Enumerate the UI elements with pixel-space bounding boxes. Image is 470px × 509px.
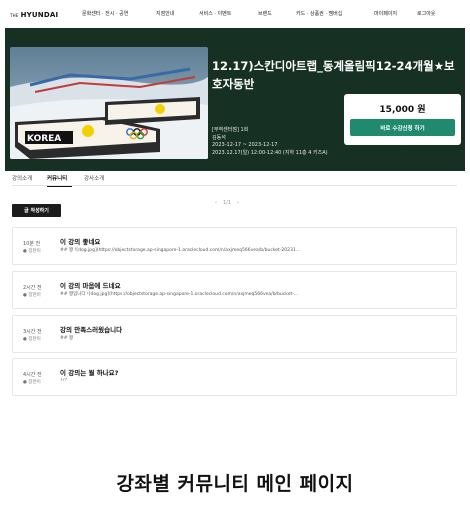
logo-prefix: THE [10,13,19,18]
nav-link-culture[interactable]: 문화센터 · 전시 · 공연 [82,10,156,17]
page-indicator: 1/1 [223,200,232,206]
course-image: KOREA [10,47,208,159]
logo-text: HYUNDAI [20,11,59,19]
tab-intro[interactable]: 강의소개 [12,174,47,186]
post-author: ● 장현이 [23,337,41,342]
post-excerpt: ## 짱입니다 ![dog.jpg](https://objectstorage… [60,292,299,297]
post-title[interactable]: 이 강의 마음에 드네요 [60,280,121,290]
nav-link-service[interactable]: 서비스 · 이벤트 [199,10,258,17]
post-card[interactable]: 4시간 전 ● 장현이 이 강의는 뭘 하나요? ??? [12,358,457,396]
post-card[interactable]: 10분 전 ● 장현이 이 강의 좋네요 ## 짱 ![dog.jpg](htt… [12,227,457,265]
course-hero: KOREA 12.17)스칸디아트랩_동계올림픽12-24개월★보호자동반 [무… [5,28,465,171]
post-author: ● 장현이 [23,249,41,254]
post-author-name: 장현이 [28,249,41,254]
bobsled-illustration: KOREA [10,47,208,159]
price-box: 15,000 원 바로 수강신청 하기 [344,94,461,145]
tab-teacher[interactable]: 강사소개 [84,174,119,186]
course-tabs: 강의소개 커뮤니티 강사소개 [12,174,457,187]
post-excerpt: ??? [60,378,68,383]
post-excerpt: ## 짱 [60,336,74,341]
page-caption: 강좌별 커뮤니티 메인 페이지 [116,473,354,495]
nav-link-mypage[interactable]: 마이페이지 [374,10,417,17]
logo[interactable]: THE HYUNDAI [10,11,58,19]
pagination: ‹ 1/1 › [215,200,239,206]
course-schedule: 2023.12.17(일) 12:00-12:40 (지하 11층 4 키즈A) [212,149,328,156]
post-time: 3시간 전 [23,329,42,335]
nav-links: 문화센터 · 전시 · 공연 지점안내 서비스 · 이벤트 브랜드 카드 · 상… [82,10,457,17]
post-author: ● 장현이 [23,293,41,298]
prev-page-icon[interactable]: ‹ [215,200,217,206]
post-author-name: 장현이 [28,293,41,298]
post-time: 2시간 전 [23,285,42,291]
image-korea-text: KOREA [27,134,61,144]
post-title[interactable]: 이 강의는 뭘 하나요? [60,367,118,377]
next-page-icon[interactable]: › [237,200,239,206]
post-title[interactable]: 이 강의 좋네요 [60,236,100,246]
course-title: 12.17)스칸디아트랩_동계올림픽12-24개월★보호자동반 [212,59,455,91]
tab-community[interactable]: 커뮤니티 [47,174,84,187]
post-author-name: 장현이 [28,380,41,385]
post-title[interactable]: 강의 만족스러웠습니다 [60,324,122,334]
post-excerpt: ## 짱 ![dog.jpg](https://objectstorage.ap… [60,248,301,253]
course-period: 2023-12-17 ~ 2023-12-17 [212,142,278,148]
course-price: 15,000 원 [379,105,426,115]
post-author: ● 장현이 [23,380,41,385]
write-post-button[interactable]: 글 작성하기 [12,204,61,217]
course-meta: [무역센터점] 1회 김동석 2023-12-17 ~ 2023-12-17 2… [212,127,328,157]
post-time: 10분 전 [23,241,41,247]
course-branch: [무역센터점] 1회 [212,127,249,133]
post-card[interactable]: 2시간 전 ● 장현이 이 강의 마음에 드네요 ## 짱입니다 ![dog.j… [12,271,457,309]
nav-link-branch[interactable]: 지점안내 [156,10,199,17]
post-time: 4시간 전 [23,372,42,378]
post-card[interactable]: 3시간 전 ● 장현이 강의 만족스러웠습니다 ## 짱 [12,315,457,353]
nav-link-brand[interactable]: 브랜드 [258,10,296,17]
apply-button[interactable]: 바로 수강신청 하기 [350,119,455,136]
nav-link-logout[interactable]: 로그아웃 [417,10,457,17]
top-nav: THE HYUNDAI 문화센터 · 전시 · 공연 지점안내 서비스 · 이벤트… [10,8,460,22]
course-teacher: 김동석 [212,134,226,141]
post-author-name: 장현이 [28,337,41,342]
nav-link-card[interactable]: 카드 · 상품권 · 멤버십 [296,10,374,17]
